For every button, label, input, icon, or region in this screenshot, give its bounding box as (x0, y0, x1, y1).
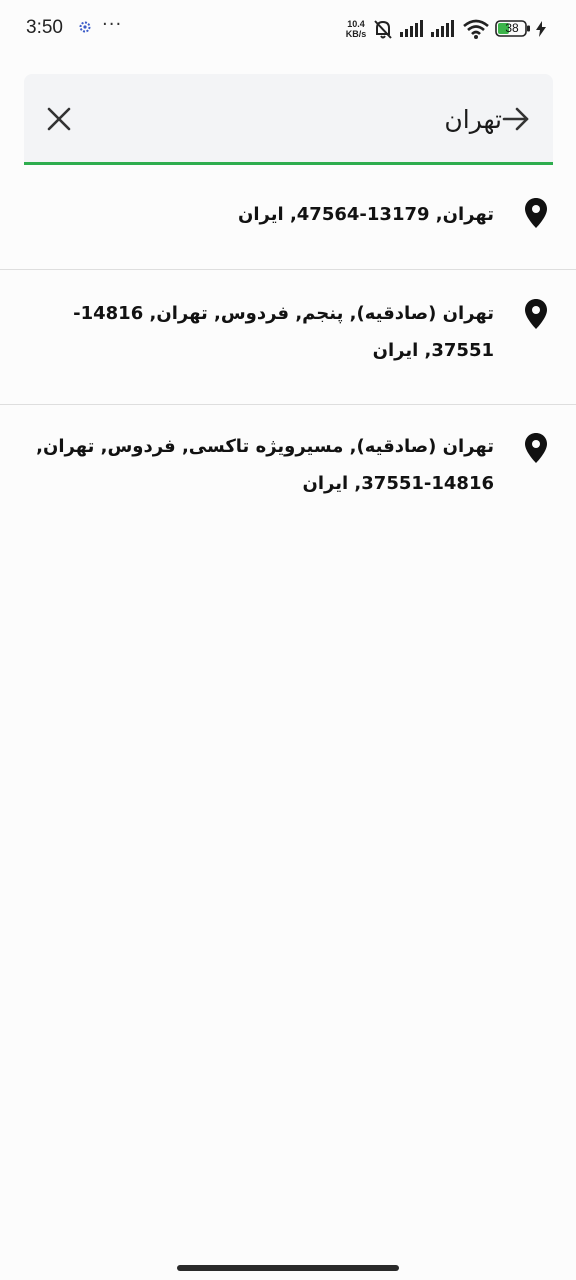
location-pin-icon (525, 433, 547, 463)
result-address: تهران, 13179-47564, ایران (238, 204, 494, 225)
location-pin-icon (525, 299, 547, 329)
home-indicator[interactable] (177, 1265, 399, 1271)
list-item[interactable]: تهران (صادقیه), مسیرویژه تاکسی, فردوس, ت… (0, 405, 576, 540)
status-time: 3:50 (26, 17, 63, 38)
location-pin-icon (525, 198, 547, 228)
search-bar (24, 74, 553, 165)
net-speed-unit: KB/s (345, 29, 367, 39)
result-address: تهران (صادقیه), پنجم, فردوس, تهران, 1481… (73, 303, 494, 361)
status-bar: 3:50 ··· 10.4 KB/s 38 (0, 0, 576, 58)
battery-level: 38 (505, 21, 519, 35)
arrow-right-icon[interactable] (499, 102, 533, 136)
search-input[interactable] (94, 96, 502, 142)
net-speed-value: 10.4 (347, 19, 365, 29)
list-item[interactable]: تهران (صادقیه), پنجم, فردوس, تهران, 1481… (0, 270, 576, 405)
list-item[interactable]: تهران, 13179-47564, ایران (0, 166, 576, 270)
settings-gear-icon (79, 21, 91, 33)
net-speed: 10.4 KB/s (343, 19, 369, 39)
search-results-list: تهران, 13179-47564, ایران تهران (صادقیه)… (0, 166, 576, 540)
more-dots-icon: ··· (102, 14, 123, 35)
close-icon[interactable] (43, 103, 75, 135)
signal-icon (431, 20, 454, 37)
wifi-icon (463, 19, 489, 39)
mute-notifications-icon (374, 20, 392, 39)
charging-bolt-icon (536, 21, 546, 37)
result-address: تهران (صادقیه), مسیرویژه تاکسی, فردوس, ت… (36, 436, 494, 494)
signal-icon (400, 20, 423, 37)
